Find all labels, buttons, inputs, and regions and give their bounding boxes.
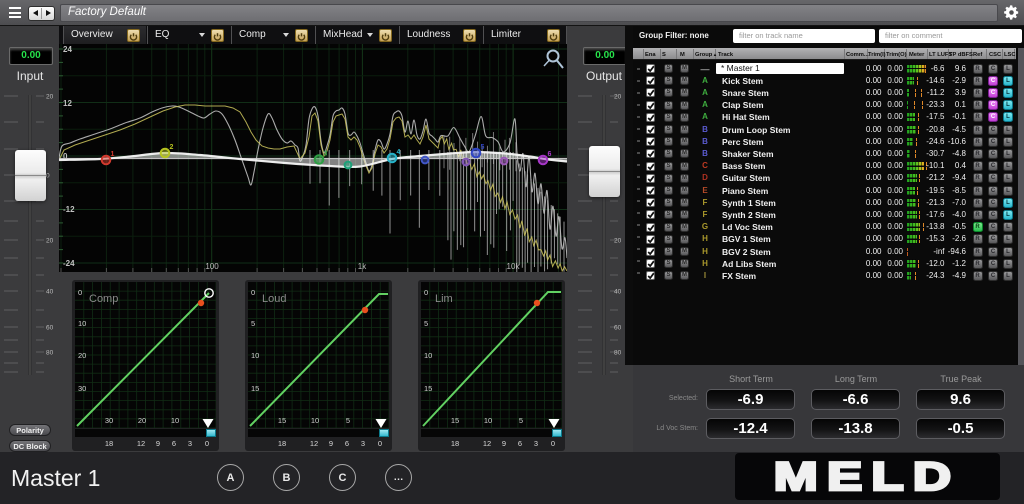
svg-text:100: 100 — [205, 262, 219, 271]
svg-text:0: 0 — [251, 288, 255, 297]
svg-text:Loud: Loud — [262, 293, 286, 305]
svg-text:30: 30 — [105, 416, 113, 425]
svg-text:4: 4 — [397, 149, 401, 156]
svg-text:15: 15 — [451, 416, 459, 425]
svg-text:30: 30 — [78, 384, 86, 393]
svg-text:20: 20 — [46, 238, 54, 245]
svg-text:5: 5 — [519, 416, 523, 425]
svg-text:40: 40 — [614, 289, 622, 296]
svg-text:MELD: MELD — [774, 454, 961, 498]
svg-text:5: 5 — [346, 416, 350, 425]
svg-text:10: 10 — [171, 416, 179, 425]
svg-text:80: 80 — [614, 350, 622, 357]
svg-text:10: 10 — [424, 351, 432, 360]
svg-text:24: 24 — [63, 45, 72, 54]
svg-text:20: 20 — [138, 416, 146, 425]
svg-text:0: 0 — [46, 173, 50, 180]
svg-text:Lim: Lim — [435, 293, 453, 305]
svg-text:5: 5 — [481, 144, 485, 151]
svg-text:20: 20 — [46, 94, 54, 101]
svg-text:15: 15 — [278, 416, 286, 425]
svg-text:5: 5 — [424, 319, 428, 328]
svg-text:10k: 10k — [507, 262, 521, 271]
svg-text:Comp: Comp — [89, 293, 118, 305]
svg-text:80: 80 — [46, 350, 54, 357]
svg-text:15: 15 — [251, 384, 259, 393]
svg-text:60: 60 — [46, 325, 54, 332]
svg-text:1k: 1k — [358, 262, 367, 271]
svg-text:20: 20 — [614, 238, 622, 245]
svg-text:6: 6 — [548, 151, 552, 158]
svg-text:40: 40 — [46, 289, 54, 296]
svg-text:10: 10 — [78, 319, 86, 328]
svg-text:3: 3 — [324, 151, 328, 158]
svg-text:2: 2 — [170, 144, 174, 151]
svg-text:60: 60 — [614, 325, 622, 332]
svg-text:20: 20 — [614, 94, 622, 101]
svg-text:0: 0 — [78, 288, 82, 297]
svg-text:10: 10 — [251, 351, 259, 360]
svg-text:10: 10 — [484, 416, 492, 425]
svg-text:0: 0 — [424, 288, 428, 297]
svg-text:5: 5 — [251, 319, 255, 328]
svg-text:15: 15 — [424, 384, 432, 393]
svg-text:1: 1 — [111, 151, 115, 158]
svg-text:10: 10 — [311, 416, 319, 425]
svg-text:20: 20 — [78, 351, 86, 360]
